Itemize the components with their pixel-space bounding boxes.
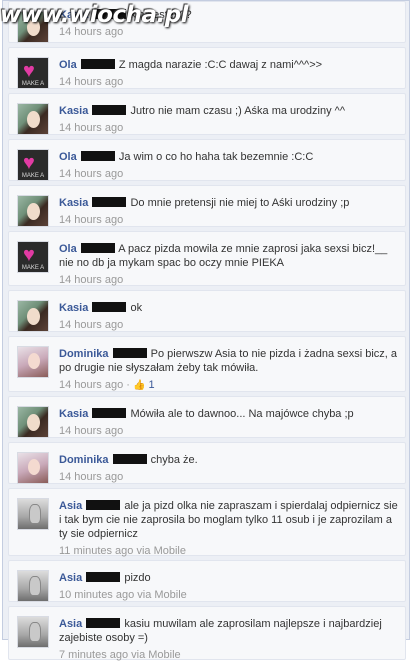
heart-icon: ♥ [23, 60, 35, 82]
redacted-surname [80, 243, 115, 253]
comment-time[interactable]: 14 hours ago [59, 167, 399, 181]
comment-text: Po pierwszw Asia to nie pizda i żadna se… [59, 348, 398, 374]
avatar[interactable] [17, 498, 49, 530]
avatar[interactable]: ♥ MAKE A [17, 149, 49, 181]
avatar-caption: MAKE A [21, 265, 45, 271]
comment-list: Kasia kim jesteś?? 14 hours ago ♥ MAKE A… [8, 1, 406, 664]
avatar[interactable] [17, 452, 49, 484]
redacted-surname [80, 151, 115, 161]
comment-item: Kasia ok 14 hours ago [8, 290, 406, 332]
comment-item: Asia ale ja pizd olka nie zapraszam i sp… [8, 488, 406, 558]
comment-author[interactable]: Dominika [59, 454, 109, 466]
comment-author[interactable]: Asia [59, 618, 82, 630]
avatar[interactable]: ♥ MAKE A [17, 57, 49, 89]
comment-text: Z magda narazie :C:C dawaj z nami^^^>> [118, 59, 323, 71]
comment-time[interactable]: 14 hours ago [59, 213, 399, 227]
comment-item: Asia pizdo 10 minutes ago via Mobile [8, 560, 406, 602]
heart-icon: ♥ [23, 152, 35, 174]
comment-item: ♥ MAKE A Ola A pacz pizda mowila ze mnie… [8, 231, 406, 286]
comment-item: ♥ MAKE A Ola Z magda narazie :C:C dawaj … [8, 47, 406, 89]
comment-time[interactable]: 14 hours ago [59, 470, 399, 484]
comment-time[interactable]: 14 hours ago [59, 318, 399, 332]
comment-author[interactable]: Ola [59, 151, 77, 163]
comment-author[interactable]: Asia [59, 572, 82, 584]
heart-icon: ♥ [23, 244, 35, 266]
comment-time[interactable]: 10 minutes ago via Mobile [59, 588, 399, 602]
comment-item: Kasia Mówiła ale to dawnoo... Na majówce… [8, 396, 406, 438]
comment-item: Kasia Jutro nie mam czasu ;) Aśka ma uro… [8, 93, 406, 135]
like-count: 1 [148, 379, 155, 391]
redacted-surname [92, 105, 127, 115]
avatar-caption: MAKE A [21, 173, 45, 179]
comment-author[interactable]: Kasia [59, 105, 88, 117]
comment-author[interactable]: Ola [59, 59, 77, 71]
watermark-logo: www.wiocha.pl [0, 2, 189, 28]
comment-author[interactable]: Dominika [59, 348, 109, 360]
avatar[interactable] [17, 103, 49, 135]
comment-text: Jutro nie mam czasu ;) Aśka ma urodziny … [130, 105, 345, 117]
comment-text: ok [130, 302, 143, 314]
redacted-surname [86, 618, 121, 628]
avatar[interactable]: ♥ MAKE A [17, 241, 49, 273]
avatar[interactable] [17, 570, 49, 602]
comment-author[interactable]: Kasia [59, 408, 88, 420]
comment-time[interactable]: 14 hours ago [59, 121, 399, 135]
like-link[interactable]: 👍 1 [133, 379, 155, 391]
redacted-surname [92, 302, 127, 312]
comment-time[interactable]: 11 minutes ago via Mobile [59, 544, 399, 558]
comment-item: Dominika Po pierwszw Asia to nie pizda i… [8, 336, 406, 392]
redacted-surname [80, 59, 115, 69]
avatar[interactable] [17, 300, 49, 332]
comment-time[interactable]: 14 hours ago [59, 379, 123, 391]
avatar-caption: MAKE A [21, 81, 45, 87]
comment-author[interactable]: Ola [59, 243, 77, 255]
comment-author[interactable]: Kasia [59, 302, 88, 314]
comment-author[interactable]: Kasia [59, 197, 88, 209]
comment-meta: 14 hours ago · 👍 1 [59, 379, 155, 391]
comment-item: Asia kasiu muwilam ale zaprosilam najlep… [8, 606, 406, 662]
comment-text: Do mnie pretensji nie miej to Aśki urodz… [130, 197, 350, 209]
avatar[interactable] [17, 346, 49, 378]
comment-item: Kasia Do mnie pretensji nie miej to Aśki… [8, 185, 406, 227]
comment-time[interactable]: 14 hours ago [59, 75, 399, 89]
thumbs-up-icon: 👍 [133, 380, 146, 391]
comment-time[interactable]: 7 minutes ago via Mobile [59, 648, 399, 662]
redacted-surname [92, 408, 127, 418]
comment-item: ♥ MAKE A Ola Ja wim o co ho haha tak bez… [8, 139, 406, 181]
comment-time[interactable]: 14 hours ago [59, 424, 399, 438]
redacted-surname [86, 500, 121, 510]
redacted-surname [92, 197, 127, 207]
comments-panel: Kasia kim jesteś?? 14 hours ago ♥ MAKE A… [2, 0, 410, 661]
avatar[interactable] [17, 616, 49, 648]
comment-text: Mówiła ale to dawnoo... Na majówce chyba… [130, 408, 354, 420]
redacted-surname [86, 572, 121, 582]
redacted-surname [112, 348, 147, 358]
avatar[interactable] [17, 195, 49, 227]
comment-text: chyba że. [150, 454, 198, 466]
comment-text: Ja wim o co ho haha tak bezemnie :C:C [118, 151, 314, 163]
avatar[interactable] [17, 406, 49, 438]
comment-text: pizdo [124, 572, 151, 584]
redacted-surname [112, 454, 147, 464]
comment-time[interactable]: 14 hours ago [59, 273, 399, 287]
comment-author[interactable]: Asia [59, 500, 82, 512]
comment-item: Dominika chyba że. 14 hours ago [8, 442, 406, 484]
